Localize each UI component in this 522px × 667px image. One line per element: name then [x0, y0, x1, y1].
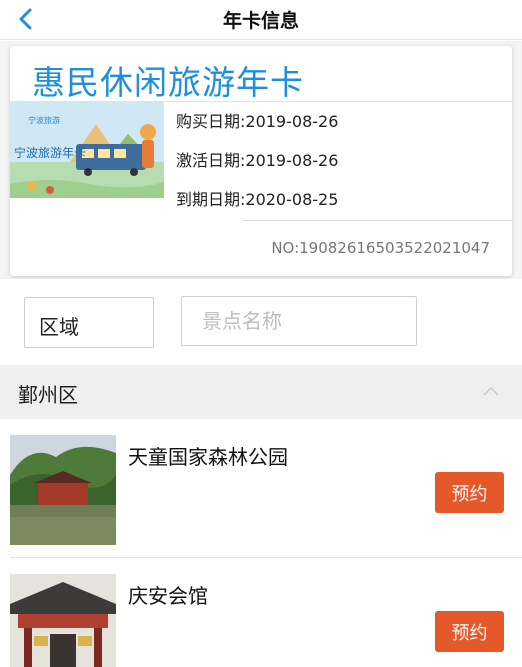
- attraction-thumbnail: [10, 574, 116, 667]
- attraction-name: 庆安会馆: [128, 584, 208, 608]
- district-header[interactable]: 鄞州区: [0, 365, 522, 419]
- list-item: 天童国家森林公园 预约: [0, 419, 522, 558]
- card-image-brand-text: 宁波旅游: [28, 116, 60, 125]
- purchase-date: 购买日期:2019-08-26: [176, 112, 339, 131]
- card-image-name-text: 宁波旅游年卡: [14, 146, 87, 160]
- card-title: 惠民休闲旅游年卡: [32, 63, 304, 102]
- attraction-search-input[interactable]: [181, 296, 417, 346]
- annual-card: 惠民休闲旅游年卡 宁波旅游 宁波旅游年卡 购买日期:2019-08-26 激活日…: [10, 46, 512, 276]
- chevron-up-icon: [483, 386, 499, 396]
- card-number: NO:19082616503522021047: [271, 239, 490, 257]
- attraction-thumbnail: [10, 435, 116, 545]
- nav-bar: 年卡信息: [0, 0, 522, 40]
- region-select[interactable]: 区域: [24, 297, 154, 348]
- page-title: 年卡信息: [222, 10, 299, 32]
- book-button[interactable]: 预约: [435, 472, 504, 513]
- attraction-name: 天童国家森林公园: [128, 445, 288, 469]
- card-cover-image: 宁波旅游 宁波旅游年卡: [10, 102, 164, 198]
- expiry-date: 到期日期:2020-08-25: [176, 190, 339, 209]
- district-name: 鄞州区: [18, 383, 78, 407]
- card-divider-secondary: [242, 220, 512, 221]
- book-button[interactable]: 预约: [435, 611, 504, 652]
- region-select-label: 区域: [39, 315, 79, 339]
- activation-date: 激活日期:2019-08-26: [176, 151, 339, 170]
- list-item: 庆安会馆 预约: [0, 558, 522, 667]
